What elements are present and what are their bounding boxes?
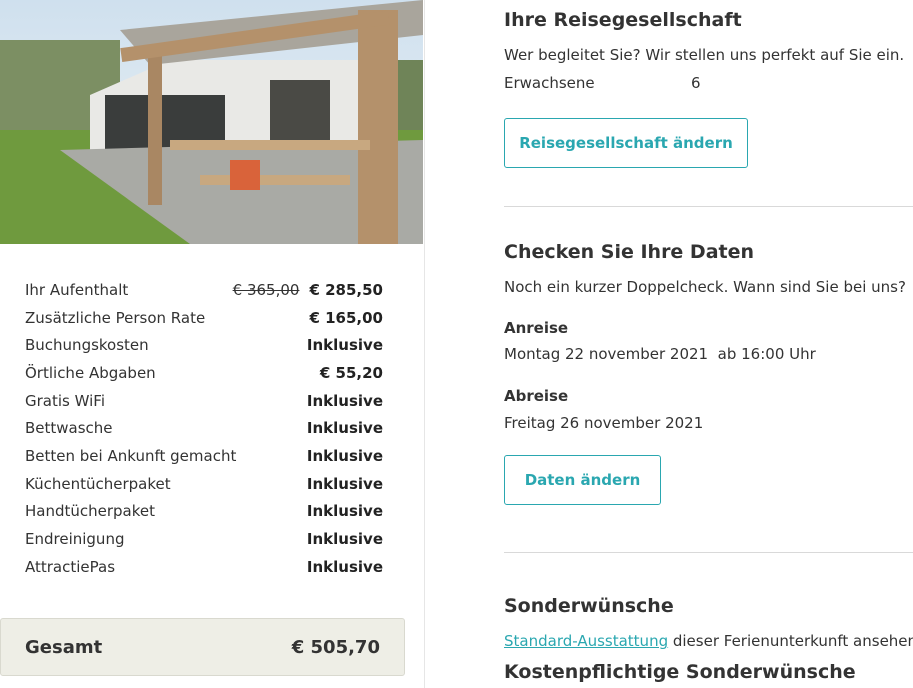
price-row-label: Bettwasche xyxy=(25,419,113,438)
equipment-suffix: dieser Ferienunterkunft ansehen. xyxy=(668,632,913,650)
price-row: AttractiePas Inklusive xyxy=(25,553,383,581)
adults-count: 6 xyxy=(691,74,701,92)
price-row-label: Küchentücherpaket xyxy=(25,474,171,493)
price-row-label: AttractiePas xyxy=(25,557,116,576)
total-bar: Gesamt € 505,70 xyxy=(0,618,405,676)
arrival-date-text: Montag 22 november 2021 xyxy=(504,345,709,363)
price-row-label: Ihr Aufenthalt xyxy=(25,280,129,299)
special-title: Sonderwünsche xyxy=(504,595,674,617)
divider xyxy=(504,206,913,207)
price-row: Küchentücherpaket Inklusive xyxy=(25,470,383,498)
booking-summary-panel: Ihr Aufenthalt € 365,00 € 285,50 Zusätzlich… xyxy=(0,0,425,688)
price-row-value: € 55,20 xyxy=(319,363,383,382)
change-party-button[interactable]: Reisegesellschaft ändern xyxy=(504,118,748,168)
price-row-label: Zusätzliche Person Rate xyxy=(25,308,206,327)
price-row: Endreinigung Inklusive xyxy=(25,525,383,553)
price-row-label: Örtliche Abgaben xyxy=(25,363,156,382)
price-row-label: Buchungskosten xyxy=(25,336,149,355)
price-row-value-group: Inklusive xyxy=(307,447,383,465)
equipment-line: Standard-Ausstattung dieser Ferienunterk… xyxy=(504,632,913,650)
price-row-label: Handtücherpaket xyxy=(25,502,156,521)
price-row-value-group: Inklusive xyxy=(307,558,383,576)
price-row: Buchungskosten Inklusive xyxy=(25,331,383,359)
price-row-value: Inklusive xyxy=(306,530,383,549)
price-row-value-group: Inklusive xyxy=(307,392,383,410)
price-row-value: € 285,50 xyxy=(309,280,383,299)
adults-label: Erwachsene xyxy=(504,74,595,92)
price-row: Zusätzliche Person Rate € 165,00 xyxy=(25,304,383,332)
dates-subtitle: Noch ein kurzer Doppelcheck. Wann sind S… xyxy=(504,278,906,296)
arrival-date: Montag 22 november 2021 ab 16:00 Uhr xyxy=(504,345,816,363)
price-row: Gratis WiFi Inklusive xyxy=(25,387,383,415)
price-row-value-group: Inklusive xyxy=(307,475,383,493)
price-row-value-group: € 365,00 € 285,50 xyxy=(233,281,383,299)
party-title: Ihre Reisegesellschaft xyxy=(504,9,742,31)
price-row: Bettwasche Inklusive xyxy=(25,414,383,442)
price-row-value: Inklusive xyxy=(306,419,383,438)
price-row-value-group: Inklusive xyxy=(307,502,383,520)
price-row-value: € 165,00 xyxy=(309,308,383,327)
price-row-value: Inklusive xyxy=(306,557,383,576)
price-row-label: Gratis WiFi xyxy=(25,391,105,410)
price-row-value: Inklusive xyxy=(306,502,383,521)
price-row-value: Inklusive xyxy=(306,391,383,410)
party-subtitle: Wer begleitet Sie? Wir stellen uns perfe… xyxy=(504,46,905,64)
arrival-label: Anreise xyxy=(504,319,569,337)
divider xyxy=(504,552,913,553)
price-row-label: Betten bei Ankunft gemacht xyxy=(25,446,237,465)
dates-title: Checken Sie Ihre Daten xyxy=(504,241,755,263)
price-list: Ihr Aufenthalt € 365,00 € 285,50 Zusätzlich… xyxy=(25,276,383,581)
arrival-time: ab 16:00 Uhr xyxy=(717,345,816,363)
price-row-value: Inklusive xyxy=(306,474,383,493)
total-value: € 505,70 xyxy=(291,636,380,658)
price-row-value-group: € 55,20 xyxy=(320,364,383,382)
price-row: Handtücherpaket Inklusive xyxy=(25,498,383,526)
standard-equipment-link[interactable]: Standard-Ausstattung xyxy=(504,632,668,650)
price-row-value-group: Inklusive xyxy=(307,336,383,354)
original-price: € 365,00 xyxy=(232,280,300,299)
price-row: Örtliche Abgaben € 55,20 xyxy=(25,359,383,387)
price-row-value: Inklusive xyxy=(306,446,383,465)
departure-date: Freitag 26 november 2021 xyxy=(504,414,704,432)
price-row-label: Endreinigung xyxy=(25,530,125,549)
departure-label: Abreise xyxy=(504,387,569,405)
price-row: Betten bei Ankunft gemacht Inklusive xyxy=(25,442,383,470)
change-dates-button[interactable]: Daten ändern xyxy=(504,455,661,505)
price-row-value: Inklusive xyxy=(306,336,383,355)
price-row-value-group: Inklusive xyxy=(307,419,383,437)
paid-special-title: Kostenpflichtige Sonderwünsche xyxy=(504,661,856,683)
total-label: Gesamt xyxy=(25,636,103,658)
price-row-value-group: Inklusive xyxy=(307,530,383,548)
price-row: Ihr Aufenthalt € 365,00 € 285,50 xyxy=(25,276,383,304)
accommodation-photo xyxy=(0,0,423,244)
price-row-value-group: € 165,00 xyxy=(309,309,383,327)
